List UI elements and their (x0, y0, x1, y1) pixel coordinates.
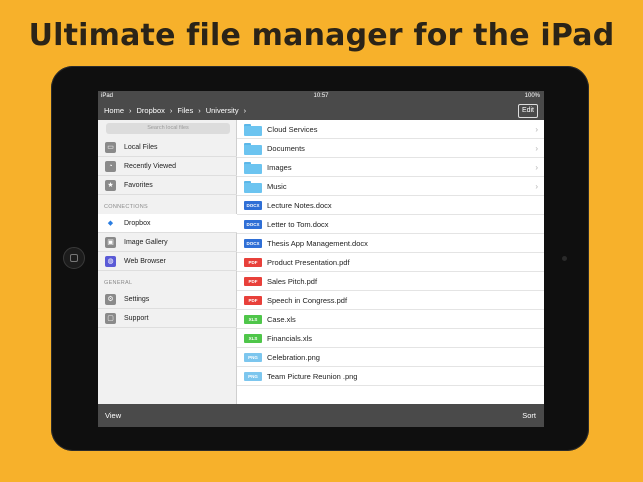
sidebar-item-label: Local Files (124, 144, 158, 151)
list-item[interactable]: PNG Team Picture Reunion .png (237, 367, 544, 386)
sidebar-item-label: Image Gallery (124, 239, 168, 246)
folder-icon (244, 124, 262, 136)
folder-icon (244, 162, 262, 174)
gear-icon: ⚙ (105, 294, 116, 305)
sidebar-item-label: Recently Viewed (124, 163, 177, 170)
file-name: Lecture Notes.docx (267, 201, 332, 210)
sidebar-item-support[interactable]: ▢ Support (98, 309, 237, 328)
clock: 10:57 (313, 93, 329, 99)
file-name: Thesis App Management.docx (267, 239, 368, 248)
list-item[interactable]: › Images (237, 158, 544, 177)
list-item[interactable]: PNG Celebration.png (237, 348, 544, 367)
sidebar-item-dropbox[interactable]: ◆ Dropbox (98, 214, 237, 233)
status-bar: iPad 10:57 100% (98, 91, 544, 101)
chevron-right-icon: › (535, 163, 538, 172)
docx-file-icon: DOCX (244, 220, 262, 229)
sidebar-item-image-gallery[interactable]: ▣ Image Gallery (98, 233, 237, 252)
list-item[interactable]: XLS Case.xls (237, 310, 544, 329)
pdf-file-icon: PDF (244, 296, 262, 305)
chevron-right-icon: › (535, 144, 538, 153)
breadcrumb-item[interactable]: Home (104, 106, 124, 115)
bottom-toolbar: View Sort (98, 404, 544, 427)
sidebar-item-label: Settings (124, 296, 150, 303)
list-item[interactable]: DOCX Thesis App Management.docx (237, 234, 544, 253)
file-list: › Cloud Services › Documents › Images › Music DO… (237, 120, 544, 404)
sidebar-item-label: Web Browser (124, 258, 166, 265)
view-button[interactable]: View (105, 404, 121, 427)
local-files-icon: ▭ (105, 142, 116, 153)
home-button-icon (63, 247, 85, 269)
docx-file-icon: DOCX (244, 201, 262, 210)
breadcrumb: Home › Dropbox › Files › University › (104, 101, 251, 120)
folder-icon (244, 181, 262, 193)
list-item[interactable]: PDF Sales Pitch.pdf (237, 272, 544, 291)
nav-bar: Home › Dropbox › Files › University › Edit (98, 101, 544, 120)
xls-file-icon: XLS (244, 334, 262, 343)
section-header-connections: CONNECTIONS (104, 204, 148, 210)
docx-file-icon: DOCX (244, 239, 262, 248)
list-item[interactable]: PDF Product Presentation.pdf (237, 253, 544, 272)
sidebar: Search local files ▭ Local Files ◔ Recently… (98, 120, 237, 404)
search-input[interactable]: Search local files (106, 123, 230, 134)
file-name: Music (267, 182, 287, 191)
file-name: Team Picture Reunion .png (267, 372, 358, 381)
pdf-file-icon: PDF (244, 277, 262, 286)
file-name: Case.xls (267, 315, 296, 324)
globe-icon: ◍ (105, 256, 116, 267)
clock-icon: ◔ (105, 161, 116, 172)
pdf-file-icon: PDF (244, 258, 262, 267)
folder-icon (244, 143, 262, 155)
list-item[interactable]: › Documents (237, 139, 544, 158)
list-item[interactable]: PDF Speech in Congress.pdf (237, 291, 544, 310)
battery-level: 100% (524, 93, 540, 99)
file-name: Images (267, 163, 292, 172)
ipad-screen: iPad 10:57 100% Home › Dropbox › Files › Unive… (98, 91, 544, 427)
xls-file-icon: XLS (244, 315, 262, 324)
headline: Ultimate file manager for the iPad (28, 18, 615, 53)
file-name: Speech in Congress.pdf (267, 296, 348, 305)
list-item[interactable]: › Music (237, 177, 544, 196)
list-item[interactable]: XLS Financials.xls (237, 329, 544, 348)
chevron-right-icon: › (129, 106, 132, 115)
star-icon: ★ (105, 180, 116, 191)
breadcrumb-item[interactable]: Files (177, 106, 193, 115)
dropbox-icon: ◆ (105, 218, 116, 229)
chat-icon: ▢ (105, 313, 116, 324)
file-name: Letter to Tom.docx (267, 220, 329, 229)
png-file-icon: PNG (244, 372, 262, 381)
file-name: Celebration.png (267, 353, 320, 362)
chevron-right-icon: › (535, 182, 538, 191)
sidebar-item-settings[interactable]: ⚙ Settings (98, 290, 237, 309)
sidebar-item-recently-viewed[interactable]: ◔ Recently Viewed (98, 157, 237, 176)
image-gallery-icon: ▣ (105, 237, 116, 248)
sidebar-item-label: Favorites (124, 182, 153, 189)
chevron-right-icon: › (535, 125, 538, 134)
list-item[interactable]: DOCX Letter to Tom.docx (237, 215, 544, 234)
sidebar-item-favorites[interactable]: ★ Favorites (98, 176, 237, 195)
chevron-right-icon: › (198, 106, 201, 115)
png-file-icon: PNG (244, 353, 262, 362)
sidebar-item-web-browser[interactable]: ◍ Web Browser (98, 252, 237, 271)
file-name: Sales Pitch.pdf (267, 277, 318, 286)
sidebar-item-label: Support (124, 315, 149, 322)
section-header-general: GENERAL (104, 280, 133, 286)
sort-button[interactable]: Sort (522, 404, 536, 427)
file-name: Financials.xls (267, 334, 313, 343)
chevron-right-icon: › (243, 106, 247, 115)
camera-icon (562, 256, 567, 261)
file-name: Cloud Services (267, 125, 318, 134)
list-item[interactable]: › Cloud Services (237, 120, 544, 139)
list-item[interactable]: DOCX Lecture Notes.docx (237, 196, 544, 215)
breadcrumb-item[interactable]: University (206, 106, 239, 115)
breadcrumb-item[interactable]: Dropbox (137, 106, 165, 115)
edit-button[interactable]: Edit (517, 104, 538, 118)
sidebar-item-local-files[interactable]: ▭ Local Files (98, 138, 237, 157)
sidebar-item-label: Dropbox (124, 220, 151, 227)
file-name: Documents (267, 144, 305, 153)
chevron-right-icon: › (169, 106, 173, 115)
file-name: Product Presentation.pdf (267, 258, 350, 267)
